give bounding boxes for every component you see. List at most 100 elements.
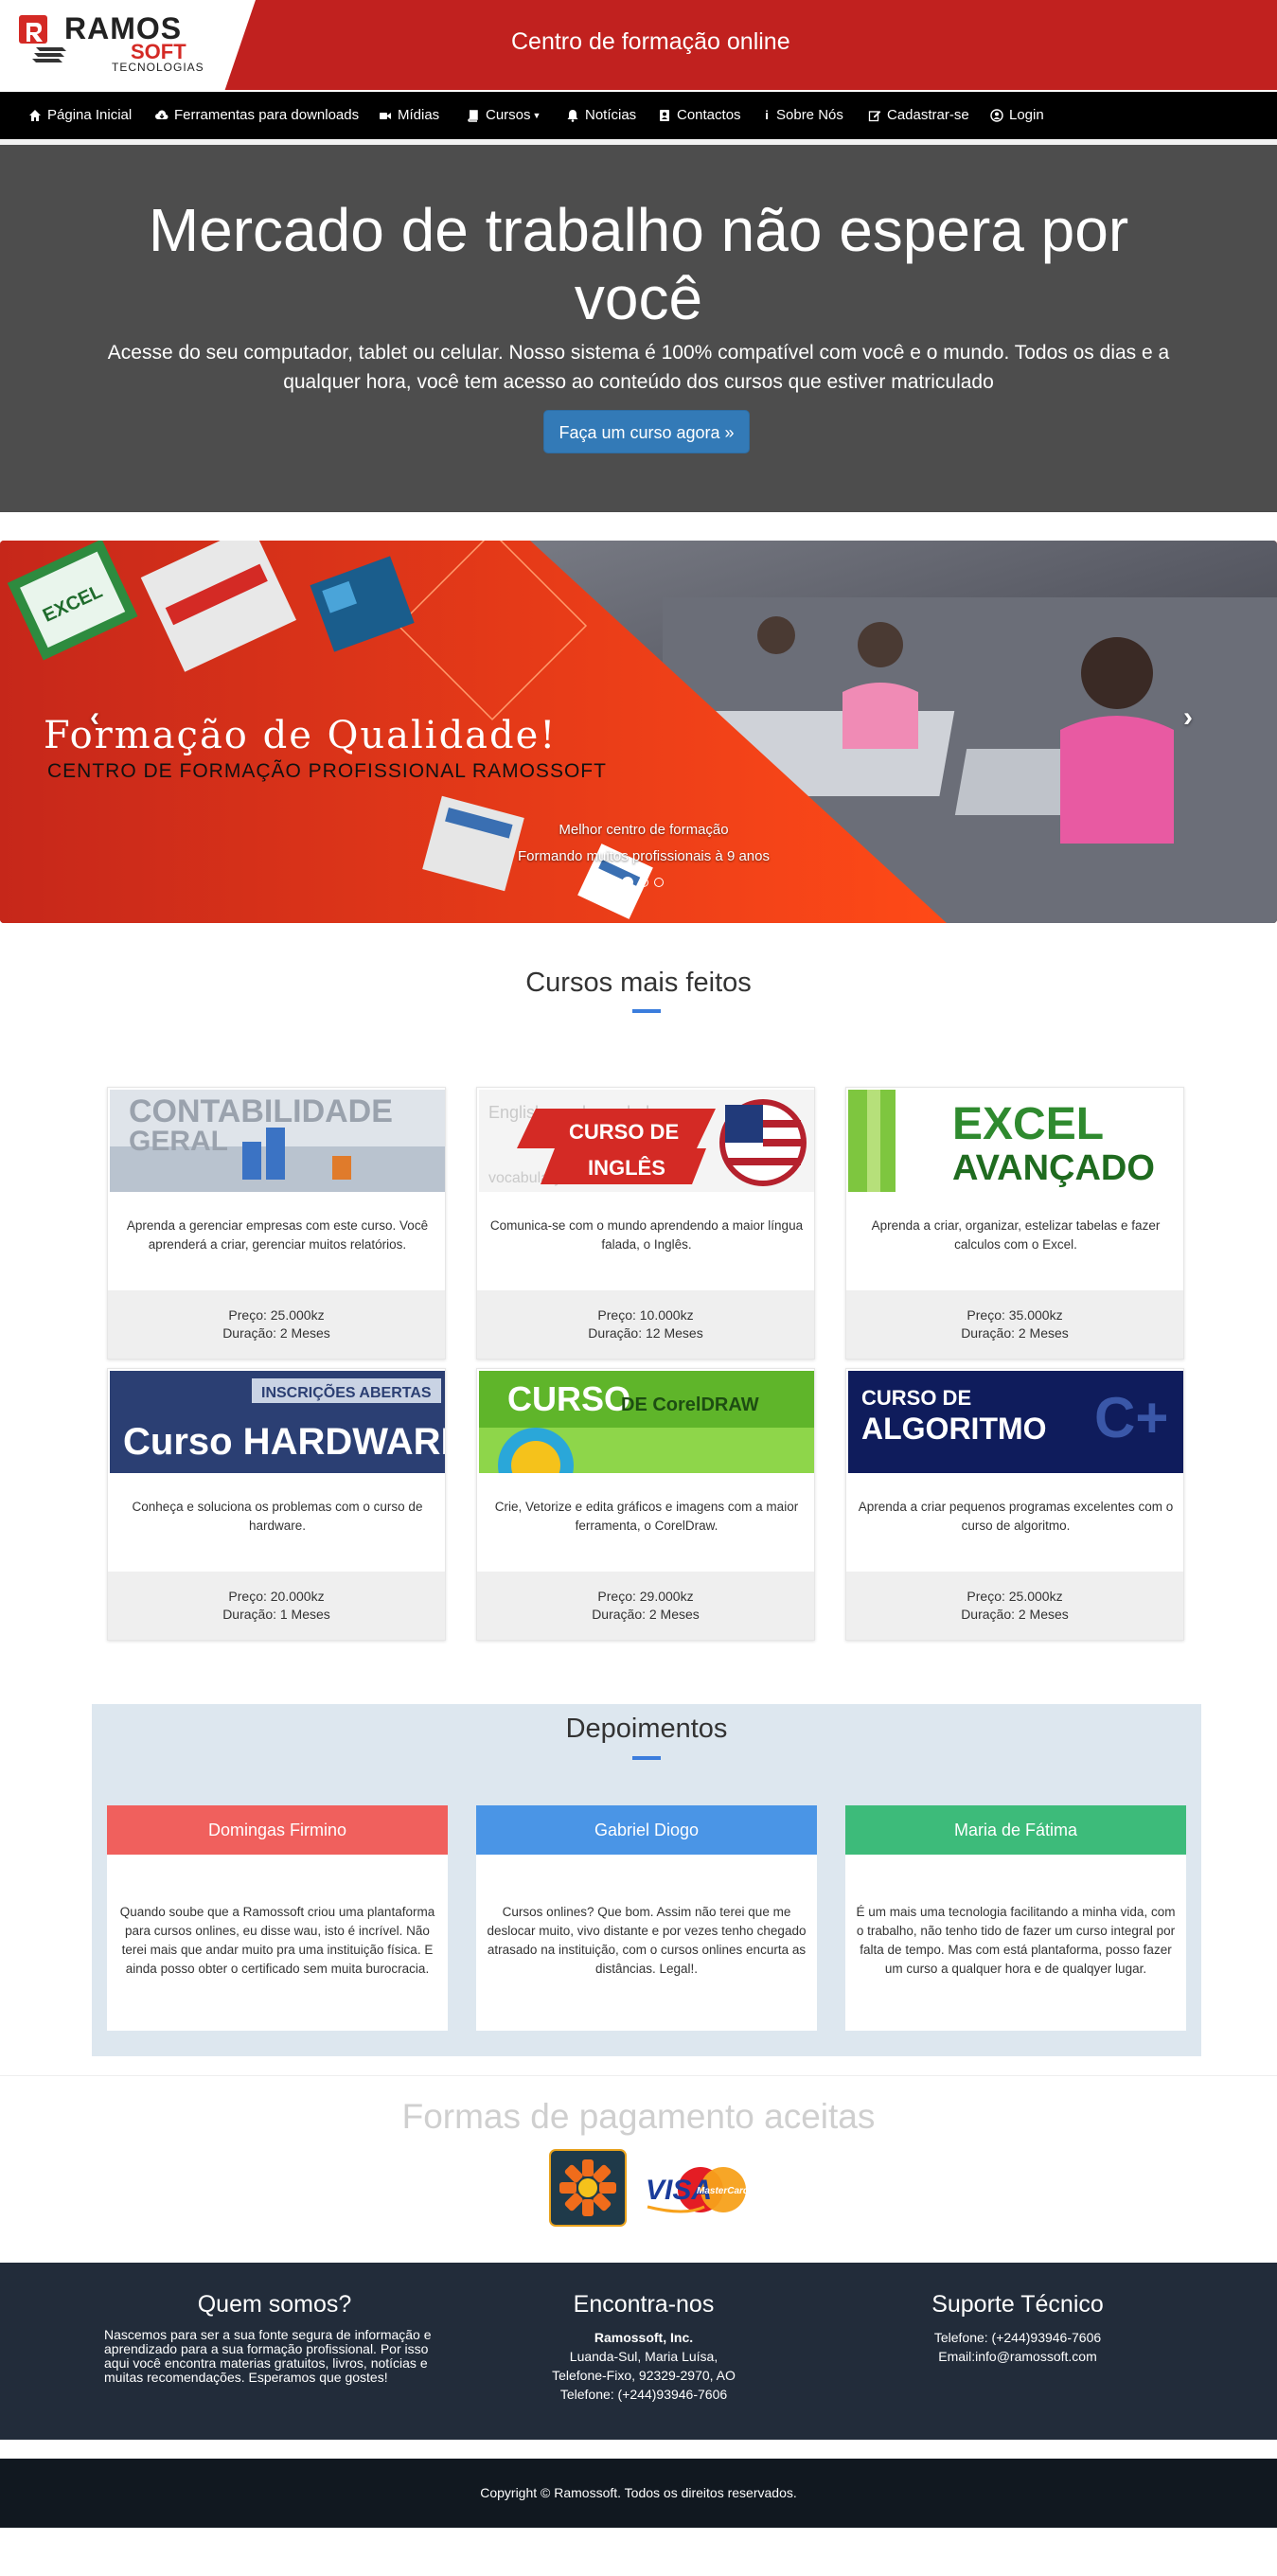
book-icon (468, 109, 478, 122)
testimonial-text: É um mais uma tecnologia facilitando a m… (856, 1905, 1176, 1976)
course-price: Preço: 20.000kz (228, 1589, 325, 1604)
footer-support-email[interactable]: Email:info@ramossoft.com (861, 2347, 1174, 2366)
banner-carousel: EXCEL Formação de Qualidade! CENTRO DE F… (0, 541, 1277, 923)
footer-address-line: Luanda-Sul, Maria Luísa, (569, 2349, 718, 2364)
course-image: CONTABILIDADE GERAL (110, 1090, 445, 1192)
main-navbar: Página Inicial Ferramentas para download… (0, 92, 1277, 139)
course-card[interactable]: INSCRIÇÕES ABERTAS Curso HARDWARE Conheç… (107, 1368, 446, 1641)
site-footer: Quem somos? Nascemos para ser a sua font… (0, 2263, 1277, 2440)
nav-item-login[interactable]: Login (990, 107, 1044, 123)
carousel-caption-title: Melhor centro de formação (559, 822, 729, 838)
user-circle-icon (990, 108, 1003, 122)
contact-card-icon (660, 109, 669, 121)
svg-text:EXCEL: EXCEL (952, 1099, 1104, 1149)
footer-about: Quem somos? Nascemos para ser a sua font… (104, 2291, 445, 2385)
footer-address-line: Telefone: (+244)93946-7606 (559, 2387, 728, 2402)
course-details: Preço: 10.000kz Duração: 12 Meses (477, 1290, 814, 1359)
testimonial-author: Domingas Firmino (107, 1805, 448, 1855)
carousel-next-arrow-icon[interactable]: › (1183, 702, 1193, 734)
site-title: Centro de formação online (511, 28, 790, 55)
logo[interactable]: RAMOS SOFT TECNOLOGIAS (0, 0, 256, 90)
footer-support-phone: Telefone: (+244)93946-7606 (933, 2330, 1102, 2345)
testimonial-card: Maria de Fátima É um mais uma tecnologia… (845, 1805, 1186, 2031)
course-image: C+ CURSO DE ALGORITMO (848, 1371, 1183, 1473)
carousel-subheadline: CENTRO DE FORMAÇÃO PROFISSIONAL RAMOSSOF… (47, 760, 607, 782)
svg-text:DE CorelDRAW: DE CorelDRAW (621, 1395, 759, 1415)
svg-text:AVANÇADO: AVANÇADO (952, 1148, 1155, 1188)
hero-text: Acesse do seu computador, tablet ou celu… (107, 342, 1170, 393)
carousel-prev-arrow-icon[interactable]: ‹ (90, 702, 99, 734)
testimonial-author: Maria de Fátima (845, 1805, 1186, 1855)
course-description: Aprenda a gerenciar empresas com este cu… (126, 1218, 429, 1252)
course-card[interactable]: CONTABILIDADE GERAL Aprenda a gerenciar … (107, 1087, 446, 1359)
carousel-indicators (622, 877, 664, 888)
footer-about-line: muitas recomendações. Esperamos que gost… (104, 2370, 388, 2385)
nav-item-home[interactable]: Página Inicial (28, 107, 132, 123)
nav-item-label: Notícias (585, 107, 637, 123)
carousel-caption-text: Formando muitos profissionais à 9 anos (518, 848, 770, 864)
footer-company: Ramossoft, Inc. (594, 2330, 694, 2345)
section-accent-bar (632, 1756, 661, 1760)
course-price: Preço: 25.000kz (228, 1307, 325, 1323)
course-card[interactable]: EXCEL AVANÇADO Aprenda a criar, organiza… (845, 1087, 1184, 1359)
nav-item-sobre[interactable]: i Sobre Nós (763, 107, 843, 123)
carousel-headline: Formação de Qualidade! (44, 714, 558, 757)
section-divider (0, 2075, 1277, 2076)
nav-item-midias[interactable]: Mídias (379, 107, 439, 123)
svg-text:INSCRIÇÕES ABERTAS: INSCRIÇÕES ABERTAS (261, 1382, 432, 1401)
svg-text:ALGORITMO: ALGORITMO (861, 1412, 1047, 1446)
svg-text:INGLÊS: INGLÊS (588, 1156, 665, 1180)
course-card[interactable]: CURSO DE CorelDRAW Crie, Vetorize e edit… (476, 1368, 815, 1641)
footer-support: Suporte Técnico Telefone: (+244)93946-76… (861, 2291, 1174, 2366)
top-header: RAMOS SOFT TECNOLOGIAS Centro de formaçã… (0, 0, 1277, 90)
nav-item-noticias[interactable]: Notícias (566, 107, 636, 123)
svg-text:CONTABILIDADE: CONTABILIDADE (129, 1093, 393, 1129)
course-details: Preço: 20.000kz Duração: 1 Meses (108, 1572, 445, 1640)
testimonial-text: Quando soube que a Ramossoft criou uma p… (119, 1905, 435, 1976)
carousel-indicator[interactable] (622, 877, 633, 888)
course-image: English word vocabulary vocabulary CURSO… (479, 1090, 814, 1192)
course-description: Crie, Vetorize e edita gráficos e imagen… (494, 1500, 799, 1533)
visa-mastercard-logo-icon: VISA MasterCard (646, 2167, 750, 2213)
course-price: Preço: 29.000kz (597, 1589, 694, 1604)
footer-about-text: Nascemos para ser a sua fonte segura de … (104, 2328, 445, 2385)
courses-section-title: Cursos mais feitos (525, 968, 752, 998)
svg-text:C+: C+ (1094, 1386, 1168, 1449)
nav-item-cursos[interactable]: Cursos ▼ (467, 107, 541, 123)
course-price: Preço: 25.000kz (967, 1589, 1063, 1604)
svg-text:Curso HARDWARE: Curso HARDWARE (123, 1421, 445, 1463)
course-description: Comunica-se com o mundo aprendendo a mai… (489, 1218, 804, 1252)
copyright-bar: Copyright © Ramossoft. Todos os direitos… (0, 2459, 1277, 2528)
course-description: Aprenda a criar pequenos programas excel… (858, 1500, 1174, 1533)
nav-item-cadastrar[interactable]: Cadastrar-se (868, 107, 969, 123)
enroll-course-button[interactable]: Faça um curso agora » (543, 410, 750, 453)
course-description: Aprenda a criar, organizar, estelizar ta… (871, 1218, 1161, 1252)
testimonials-title: Depoimentos (565, 1714, 728, 1744)
bell-icon (567, 109, 578, 122)
course-image: CURSO DE CorelDRAW (479, 1371, 814, 1473)
footer-address-line: Telefone-Fixo, 92329-2970, AO (552, 2368, 736, 2383)
svg-text:MasterCard: MasterCard (697, 2186, 750, 2196)
caret-down-icon: ▼ (532, 110, 541, 120)
svg-text:CURSO DE: CURSO DE (569, 1120, 679, 1144)
course-details: Preço: 25.000kz Duração: 2 Meses (846, 1572, 1183, 1640)
nav-item-downloads[interactable]: Ferramentas para downloads (155, 107, 359, 123)
course-details: Preço: 35.000kz Duração: 2 Meses (846, 1290, 1183, 1359)
hero-jumbotron: Mercado de trabalho não espera por você … (0, 145, 1277, 512)
nav-item-contactos[interactable]: Contactos (658, 107, 741, 123)
course-details: Preço: 29.000kz Duração: 2 Meses (477, 1572, 814, 1640)
testimonial-author: Gabriel Diogo (476, 1805, 817, 1855)
course-duration: Duração: 2 Meses (961, 1607, 1069, 1622)
page: RAMOS SOFT TECNOLOGIAS Centro de formaçã… (0, 0, 1277, 2576)
course-details: Preço: 25.000kz Duração: 2 Meses (108, 1290, 445, 1359)
nav-item-label: Login (1009, 107, 1044, 123)
course-card[interactable]: C+ CURSO DE ALGORITMO Aprenda a criar pe… (845, 1368, 1184, 1641)
multicaixa-logo-icon (549, 2149, 627, 2227)
cloud-download-icon (155, 109, 168, 119)
course-duration: Duração: 1 Meses (222, 1607, 330, 1622)
svg-text:CURSO: CURSO (507, 1379, 630, 1418)
carousel-indicator[interactable] (639, 878, 648, 887)
carousel-indicator[interactable] (654, 878, 664, 887)
course-card[interactable]: English word vocabulary vocabulary CURSO… (476, 1087, 815, 1359)
nav-item-label: Ferramentas para downloads (174, 107, 360, 123)
